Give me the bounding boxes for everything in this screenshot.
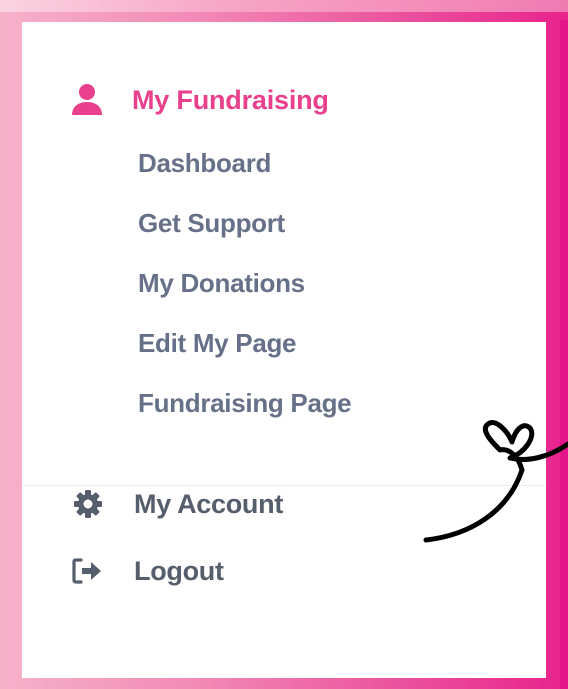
my-account-link[interactable]: My Account — [72, 486, 283, 522]
menu-item-my-donations[interactable]: My Donations — [138, 266, 305, 300]
my-fundraising-heading[interactable]: My Fundraising — [70, 80, 329, 120]
account-menu-panel: My Fundraising Dashboard Get Support My … — [22, 22, 546, 678]
heading-label: My Fundraising — [132, 85, 329, 115]
frame-right-border — [560, 20, 568, 689]
gear-icon — [72, 488, 104, 520]
my-account-label: My Account — [134, 489, 284, 519]
logout-link[interactable]: Logout — [72, 553, 224, 589]
menu-item-get-support[interactable]: Get Support — [138, 206, 285, 240]
menu-item-dashboard[interactable]: Dashboard — [138, 146, 271, 180]
menu-item-fundraising-page[interactable]: Fundraising Page — [138, 386, 352, 420]
frame-top-border — [0, 0, 568, 12]
logout-label: Logout — [134, 556, 224, 586]
menu-item-edit-my-page[interactable]: Edit My Page — [138, 326, 297, 360]
logout-icon — [72, 555, 104, 587]
user-icon — [70, 83, 104, 117]
